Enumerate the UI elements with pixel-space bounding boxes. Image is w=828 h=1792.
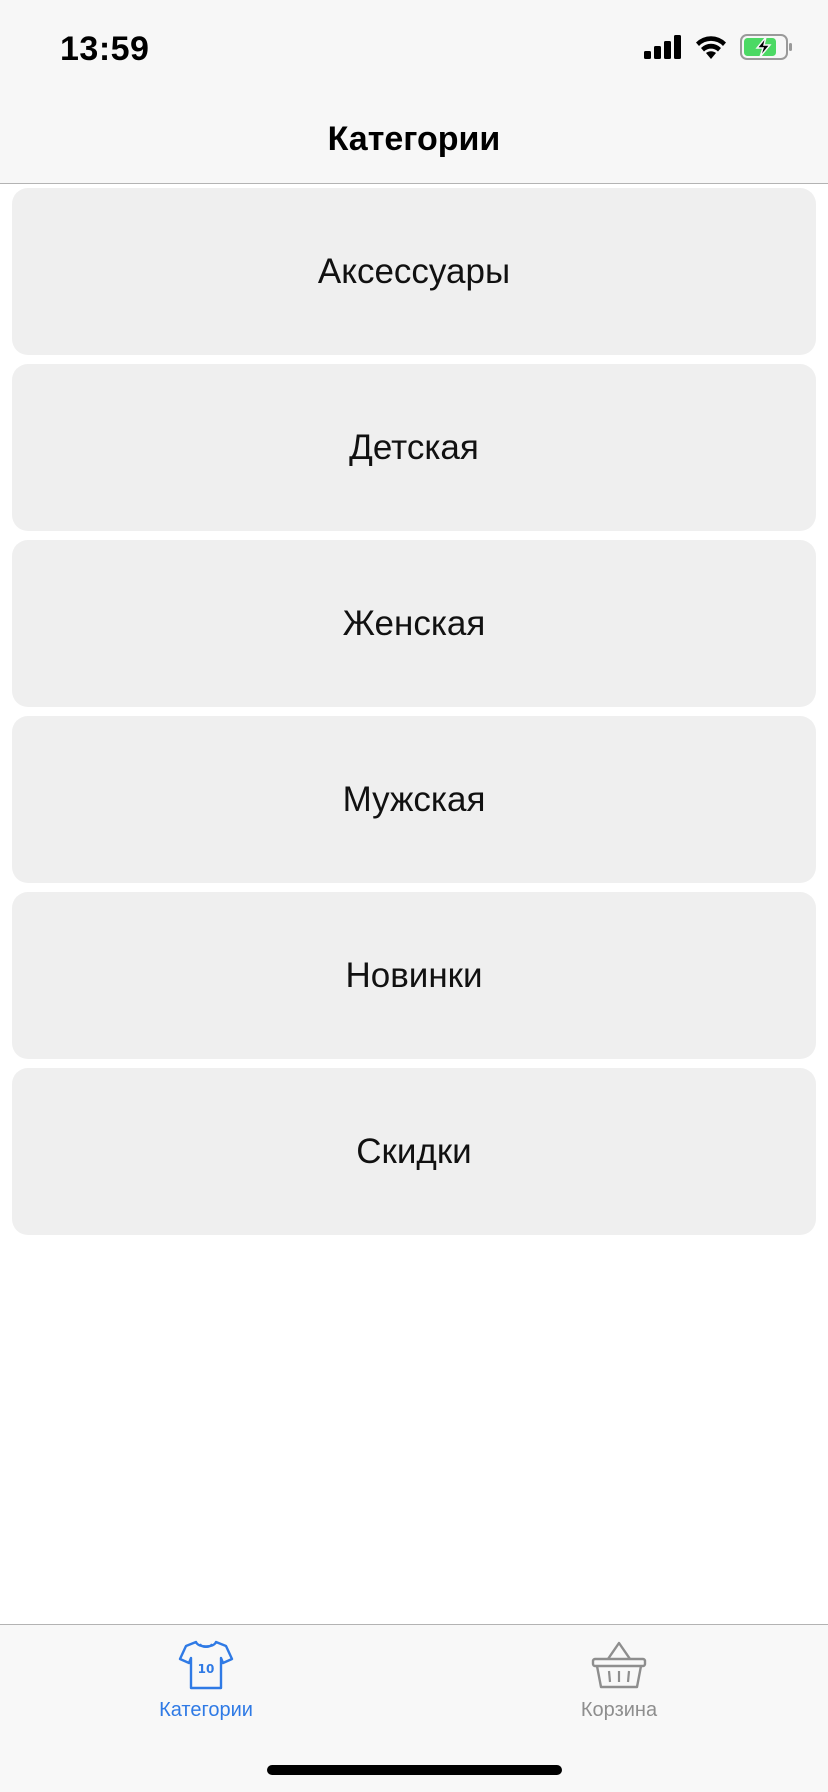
category-label: Скидки bbox=[356, 1131, 472, 1171]
battery-charging-icon bbox=[740, 33, 794, 65]
category-label: Аксессуары bbox=[317, 251, 511, 291]
page-title: Категории bbox=[327, 120, 501, 158]
tab-label: Категории bbox=[159, 1699, 253, 1721]
cellular-signal-icon bbox=[644, 34, 682, 64]
category-label: Женская bbox=[342, 603, 486, 643]
tshirt-icon: 10 bbox=[178, 1639, 234, 1691]
home-indicator bbox=[267, 1765, 562, 1775]
tab-cart[interactable]: Корзина bbox=[519, 1639, 719, 1739]
category-card-sale[interactable]: Скидки bbox=[12, 1068, 816, 1235]
category-card-new[interactable]: Новинки bbox=[12, 892, 816, 1059]
status-icons bbox=[644, 33, 794, 65]
top-bar: 13:59 Категории bbox=[0, 0, 828, 184]
status-time: 13:59 bbox=[60, 30, 150, 68]
category-label: Новинки bbox=[345, 955, 483, 995]
wifi-icon bbox=[694, 34, 728, 65]
category-list: Аксессуары Детская Женская Мужская Новин… bbox=[12, 188, 816, 1235]
tab-label: Корзина bbox=[580, 1699, 658, 1721]
category-card-women[interactable]: Женская bbox=[12, 540, 816, 707]
category-card-men[interactable]: Мужская bbox=[12, 716, 816, 883]
category-card-accessories[interactable]: Аксессуары bbox=[12, 188, 816, 355]
category-card-kids[interactable]: Детская bbox=[12, 364, 816, 531]
svg-text:10: 10 bbox=[198, 1662, 215, 1676]
tab-categories[interactable]: 10 Категории bbox=[106, 1639, 306, 1739]
screen: 13:59 Категории Аксессуары Детская Женск… bbox=[0, 0, 828, 1792]
basket-icon bbox=[591, 1639, 647, 1691]
category-label: Детская bbox=[349, 427, 479, 467]
category-label: Мужская bbox=[342, 779, 486, 819]
